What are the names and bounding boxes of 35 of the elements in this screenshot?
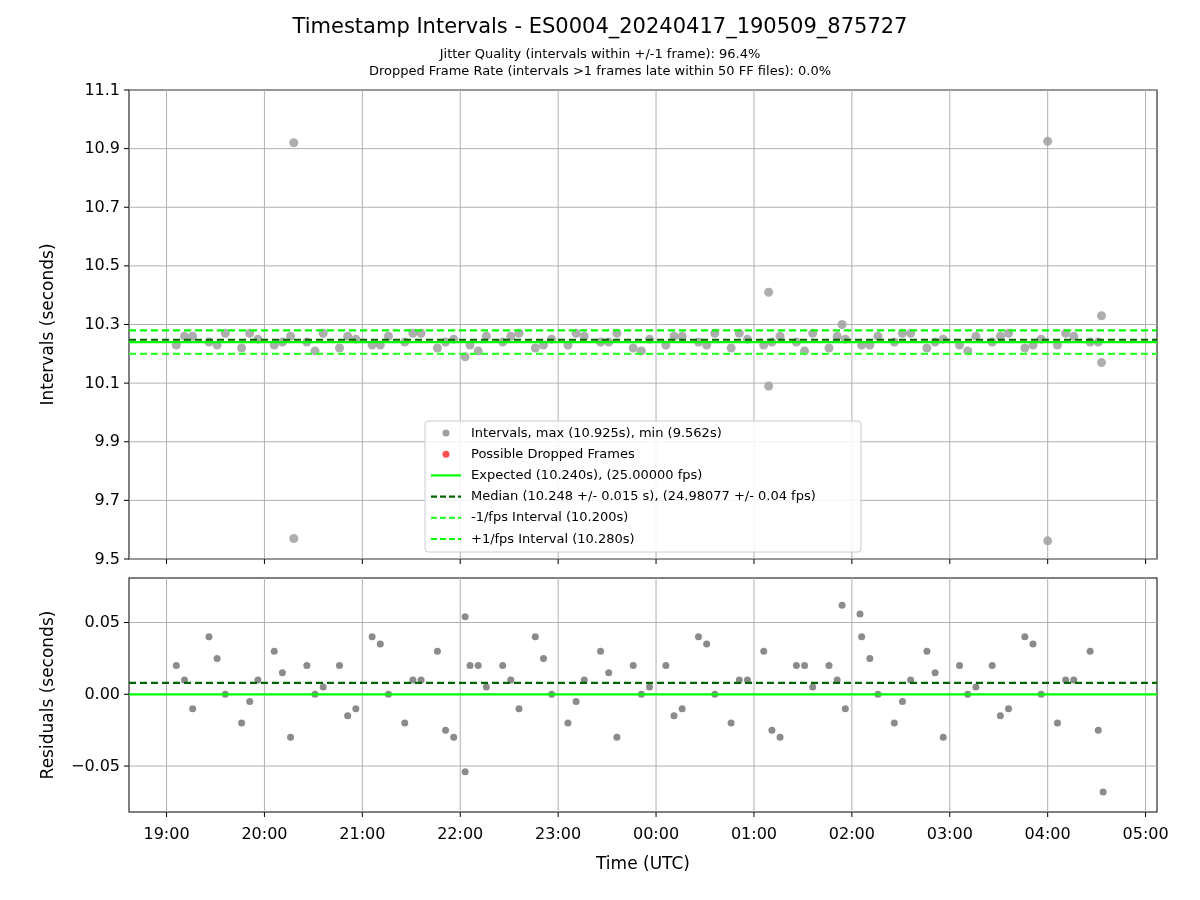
- y-tick-label: 0.05: [84, 612, 120, 631]
- y-axis-label: Intervals (seconds): [37, 243, 57, 406]
- x-tick-label: 04:00: [1024, 823, 1071, 843]
- legend-label: Possible Dropped Frames: [471, 445, 635, 461]
- y-tick-label: 10.3: [84, 314, 120, 333]
- chart-subtitle: Dropped Frame Rate (intervals >1 frames late within 50 FF files): 0.0%: [368, 62, 832, 79]
- x-tick-label: 19:00: [143, 823, 190, 843]
- y-axis-label: Residuals (seconds): [37, 610, 57, 780]
- y-tick-label: 0.00: [84, 683, 120, 703]
- x-tick-label: 02:00: [828, 823, 875, 843]
- y-tick-label: 10.9: [84, 138, 120, 158]
- x-tick-label: 05:00: [1122, 823, 1169, 843]
- y-tick-label: 9.9: [94, 431, 120, 451]
- y-tick-label: 10.7: [84, 196, 120, 216]
- y-tick-label: 10.5: [84, 255, 120, 275]
- y-tick-label: 11.1: [84, 80, 120, 99]
- chart-title: Timestamp Intervals - ES0004_20240417_190509_875727: [292, 13, 908, 40]
- x-tick-label: 00:00: [633, 823, 680, 843]
- legend-label: +1/fps Interval (10.280s): [471, 530, 635, 546]
- x-tick-label: 03:00: [926, 823, 973, 843]
- y-tick-label: 10.1: [84, 372, 120, 392]
- x-axis-label: Time (UTC): [596, 853, 690, 873]
- legend-label: Median (10.248 +/- 0.015 s), (24.98077 +/- 0.04 fps): [471, 488, 816, 504]
- y-tick-label: 9.7: [94, 489, 120, 509]
- legend-label: -1/fps Interval (10.200s): [471, 509, 629, 525]
- x-tick-label: 21:00: [339, 823, 386, 843]
- legend-label: Intervals, max (10.925s), min (9.562s): [471, 424, 722, 440]
- legend-label: Expected (10.240s), (25.00000 fps): [471, 466, 703, 482]
- chart-subtitle: Jitter Quality (intervals within +/-1 frame): 96.4%: [439, 45, 761, 62]
- x-tick-label: 22:00: [437, 823, 484, 843]
- y-tick-label: 9.5: [94, 548, 120, 568]
- x-tick-label: 23:00: [535, 823, 582, 843]
- y-tick-label: −0.05: [70, 755, 120, 775]
- x-tick-label: 01:00: [730, 823, 777, 843]
- x-tick-label: 20:00: [241, 823, 288, 843]
